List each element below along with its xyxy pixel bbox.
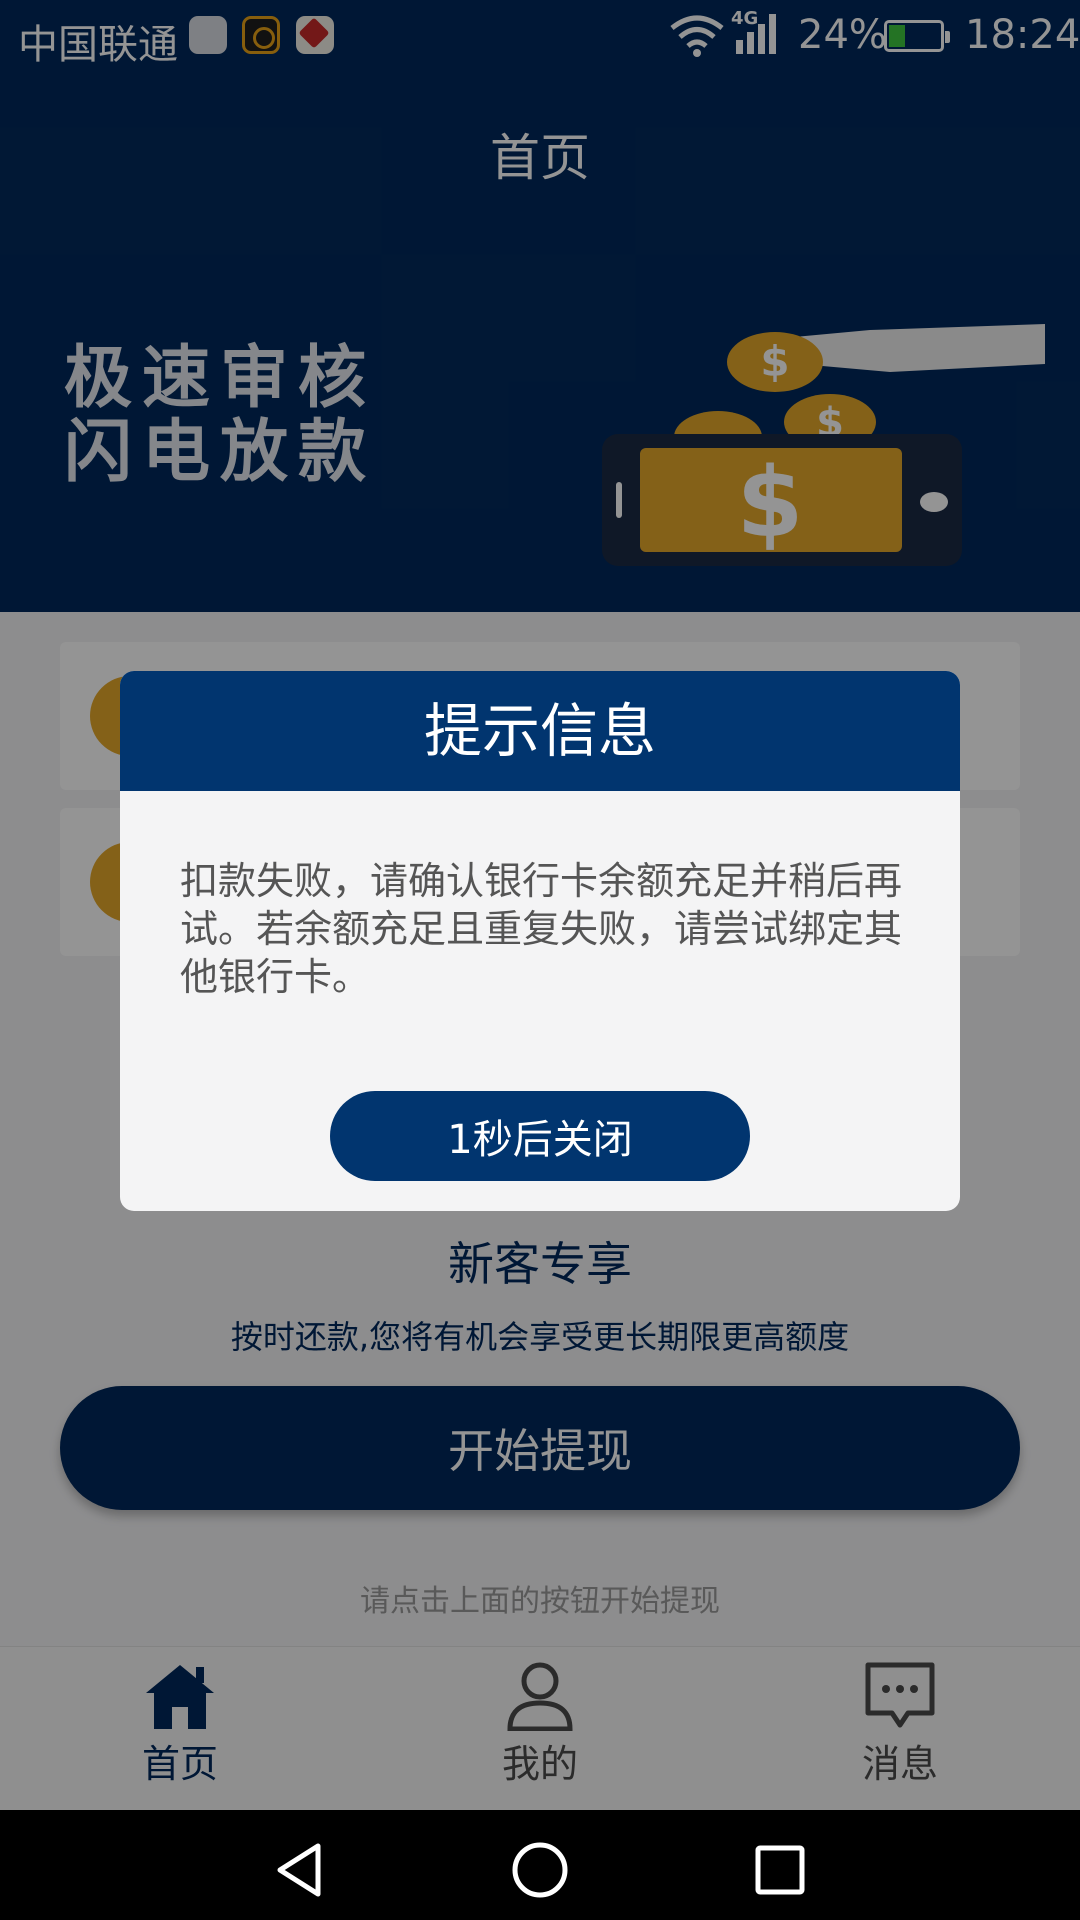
dialog-close-button[interactable]: 1秒后关闭 <box>330 1091 750 1181</box>
recents-icon[interactable] <box>750 1840 810 1900</box>
dialog-title: 提示信息 <box>120 671 960 791</box>
system-nav-bar <box>0 1810 1080 1920</box>
dialog-message: 扣款失败，请确认银行卡余额充足并稍后再试。若余额充足且重复失败，请尝试绑定其他银… <box>180 859 903 999</box>
home-circle-icon[interactable] <box>510 1840 570 1900</box>
alert-dialog: 提示信息 扣款失败，请确认银行卡余额充足并稍后再试。若余额充足且重复失败，请尝试… <box>120 671 960 1211</box>
back-icon[interactable] <box>270 1840 330 1900</box>
